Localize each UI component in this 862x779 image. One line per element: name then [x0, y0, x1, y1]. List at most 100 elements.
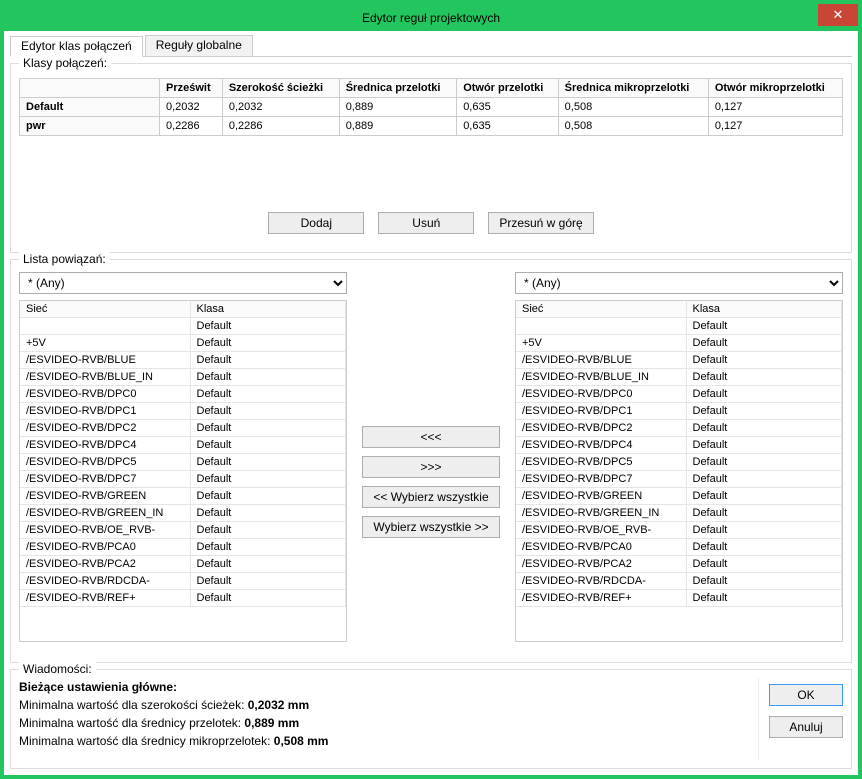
close-icon: ✕	[833, 7, 844, 23]
transfer-buttons: <<< >>> << Wybierz wszystkie Wybierz wsz…	[357, 272, 505, 642]
list-row[interactable]: /ESVIDEO-RVB/BLUEDefault	[20, 352, 346, 369]
class-col-header[interactable]: Prześwit	[160, 79, 223, 98]
net-cell: /ESVIDEO-RVB/GREEN_IN	[20, 505, 190, 522]
klass-cell: Default	[686, 488, 842, 505]
col-net[interactable]: Sieć	[516, 301, 686, 318]
list-row[interactable]: /ESVIDEO-RVB/PCA0Default	[516, 539, 842, 556]
list-row[interactable]: /ESVIDEO-RVB/PCA2Default	[516, 556, 842, 573]
net-cell: /ESVIDEO-RVB/REF+	[20, 590, 190, 607]
net-cell: /ESVIDEO-RVB/BLUE_IN	[20, 369, 190, 386]
list-row[interactable]: /ESVIDEO-RVB/DPC4Default	[20, 437, 346, 454]
list-row[interactable]: /ESVIDEO-RVB/DPC2Default	[516, 420, 842, 437]
select-all-left-button[interactable]: << Wybierz wszystkie	[362, 486, 500, 508]
klass-cell: Default	[686, 471, 842, 488]
messages-label: Wiadomości:	[19, 662, 96, 676]
class-cell[interactable]: 0,508	[558, 117, 708, 136]
list-row[interactable]: /ESVIDEO-RVB/PCA2Default	[20, 556, 346, 573]
list-row[interactable]: /ESVIDEO-RVB/DPC7Default	[516, 471, 842, 488]
class-cell[interactable]: 0,127	[708, 98, 842, 117]
class-cell[interactable]: 0,2286	[222, 117, 339, 136]
list-row[interactable]: /ESVIDEO-RVB/DPC2Default	[20, 420, 346, 437]
list-row[interactable]: /ESVIDEO-RVB/BLUE_INDefault	[516, 369, 842, 386]
add-button[interactable]: Dodaj	[268, 212, 364, 234]
left-list-box[interactable]: Sieć Klasa Default+5VDefault/ESVIDEO-RVB…	[19, 300, 347, 642]
list-row[interactable]: /ESVIDEO-RVB/DPC0Default	[516, 386, 842, 403]
klass-cell: Default	[190, 437, 346, 454]
move-left-button[interactable]: <<<	[362, 426, 500, 448]
list-row[interactable]: /ESVIDEO-RVB/RDCDA-Default	[20, 573, 346, 590]
list-row[interactable]: /ESVIDEO-RVB/DPC5Default	[516, 454, 842, 471]
tab-global-rules[interactable]: Reguły globalne	[145, 35, 253, 56]
tab-class-editor[interactable]: Edytor klas połączeń	[10, 36, 143, 57]
list-row[interactable]: /ESVIDEO-RVB/DPC4Default	[516, 437, 842, 454]
window: Edytor reguł projektowych ✕ Edytor klas …	[0, 0, 862, 779]
class-col-header[interactable]: Średnica mikroprzelotki	[558, 79, 708, 98]
list-row[interactable]: /ESVIDEO-RVB/DPC5Default	[20, 454, 346, 471]
class-cell[interactable]: 0,2286	[160, 117, 223, 136]
right-filter-dropdown[interactable]: * (Any)	[515, 272, 843, 294]
select-all-right-button[interactable]: Wybierz wszystkie >>	[362, 516, 500, 538]
net-cell: /ESVIDEO-RVB/BLUE	[516, 352, 686, 369]
list-row[interactable]: /ESVIDEO-RVB/BLUEDefault	[516, 352, 842, 369]
list-row[interactable]: /ESVIDEO-RVB/REF+Default	[20, 590, 346, 607]
net-cell	[516, 318, 686, 335]
class-col-header[interactable]: Otwór przelotki	[457, 79, 558, 98]
list-row[interactable]: /ESVIDEO-RVB/BLUE_INDefault	[20, 369, 346, 386]
col-klass[interactable]: Klasa	[686, 301, 842, 318]
class-cell[interactable]: 0,889	[339, 98, 457, 117]
class-cell[interactable]: 0,508	[558, 98, 708, 117]
messages-group: Wiadomości: Bieżące ustawienia główne: M…	[10, 669, 852, 769]
net-cell: /ESVIDEO-RVB/DPC4	[20, 437, 190, 454]
class-col-header[interactable]: Otwór mikroprzelotki	[708, 79, 842, 98]
col-net[interactable]: Sieć	[20, 301, 190, 318]
list-row[interactable]: /ESVIDEO-RVB/DPC1Default	[516, 403, 842, 420]
cancel-button[interactable]: Anuluj	[769, 716, 843, 738]
net-cell: /ESVIDEO-RVB/DPC7	[516, 471, 686, 488]
list-row[interactable]: /ESVIDEO-RVB/OE_RVB-Default	[516, 522, 842, 539]
list-row[interactable]: /ESVIDEO-RVB/OE_RVB-Default	[20, 522, 346, 539]
list-row[interactable]: /ESVIDEO-RVB/GREENDefault	[516, 488, 842, 505]
list-row[interactable]: /ESVIDEO-RVB/DPC1Default	[20, 403, 346, 420]
class-cell[interactable]: 0,635	[457, 117, 558, 136]
net-cell: /ESVIDEO-RVB/GREEN	[516, 488, 686, 505]
list-row[interactable]: /ESVIDEO-RVB/GREEN_INDefault	[516, 505, 842, 522]
ok-button[interactable]: OK	[769, 684, 843, 706]
net-cell: /ESVIDEO-RVB/OE_RVB-	[20, 522, 190, 539]
klass-cell: Default	[190, 590, 346, 607]
class-cell[interactable]: 0,635	[457, 98, 558, 117]
client-area: Edytor klas połączeń Reguły globalne Kla…	[4, 31, 858, 775]
close-button[interactable]: ✕	[818, 4, 858, 26]
move-right-button[interactable]: >>>	[362, 456, 500, 478]
list-row[interactable]: /ESVIDEO-RVB/PCA0Default	[20, 539, 346, 556]
class-cell[interactable]: 0,127	[708, 117, 842, 136]
right-list-box[interactable]: Sieć Klasa Default+5VDefault/ESVIDEO-RVB…	[515, 300, 843, 642]
class-cell[interactable]: 0,2032	[222, 98, 339, 117]
list-row[interactable]: /ESVIDEO-RVB/GREEN_INDefault	[20, 505, 346, 522]
delete-button[interactable]: Usuń	[378, 212, 474, 234]
links-group-label: Lista powiązań:	[19, 252, 110, 266]
left-filter-dropdown[interactable]: * (Any)	[19, 272, 347, 294]
list-row[interactable]: /ESVIDEO-RVB/RDCDA-Default	[516, 573, 842, 590]
list-row[interactable]: /ESVIDEO-RVB/DPC7Default	[20, 471, 346, 488]
list-row[interactable]: /ESVIDEO-RVB/REF+Default	[516, 590, 842, 607]
list-row[interactable]: +5VDefault	[20, 335, 346, 352]
class-row[interactable]: Default0,20320,20320,8890,6350,5080,127	[20, 98, 843, 117]
tab-bar: Edytor klas połączeń Reguły globalne	[10, 35, 852, 57]
class-cell[interactable]: 0,2032	[160, 98, 223, 117]
net-cell: /ESVIDEO-RVB/REF+	[516, 590, 686, 607]
list-row[interactable]: +5VDefault	[516, 335, 842, 352]
class-col-header[interactable]: Średnica przelotki	[339, 79, 457, 98]
message-line: Minimalna wartość dla szerokości ścieżek…	[19, 696, 752, 714]
move-up-button[interactable]: Przesuń w górę	[488, 212, 593, 234]
list-row[interactable]: /ESVIDEO-RVB/DPC0Default	[20, 386, 346, 403]
list-row[interactable]: Default	[20, 318, 346, 335]
list-row[interactable]: /ESVIDEO-RVB/GREENDefault	[20, 488, 346, 505]
class-row[interactable]: pwr0,22860,22860,8890,6350,5080,127	[20, 117, 843, 136]
klass-cell: Default	[686, 573, 842, 590]
col-klass[interactable]: Klasa	[190, 301, 346, 318]
class-cell[interactable]: 0,889	[339, 117, 457, 136]
list-row[interactable]: Default	[516, 318, 842, 335]
class-table[interactable]: PrześwitSzerokość ścieżkiŚrednica przelo…	[19, 78, 843, 136]
klass-cell: Default	[686, 539, 842, 556]
class-col-header[interactable]: Szerokość ścieżki	[222, 79, 339, 98]
